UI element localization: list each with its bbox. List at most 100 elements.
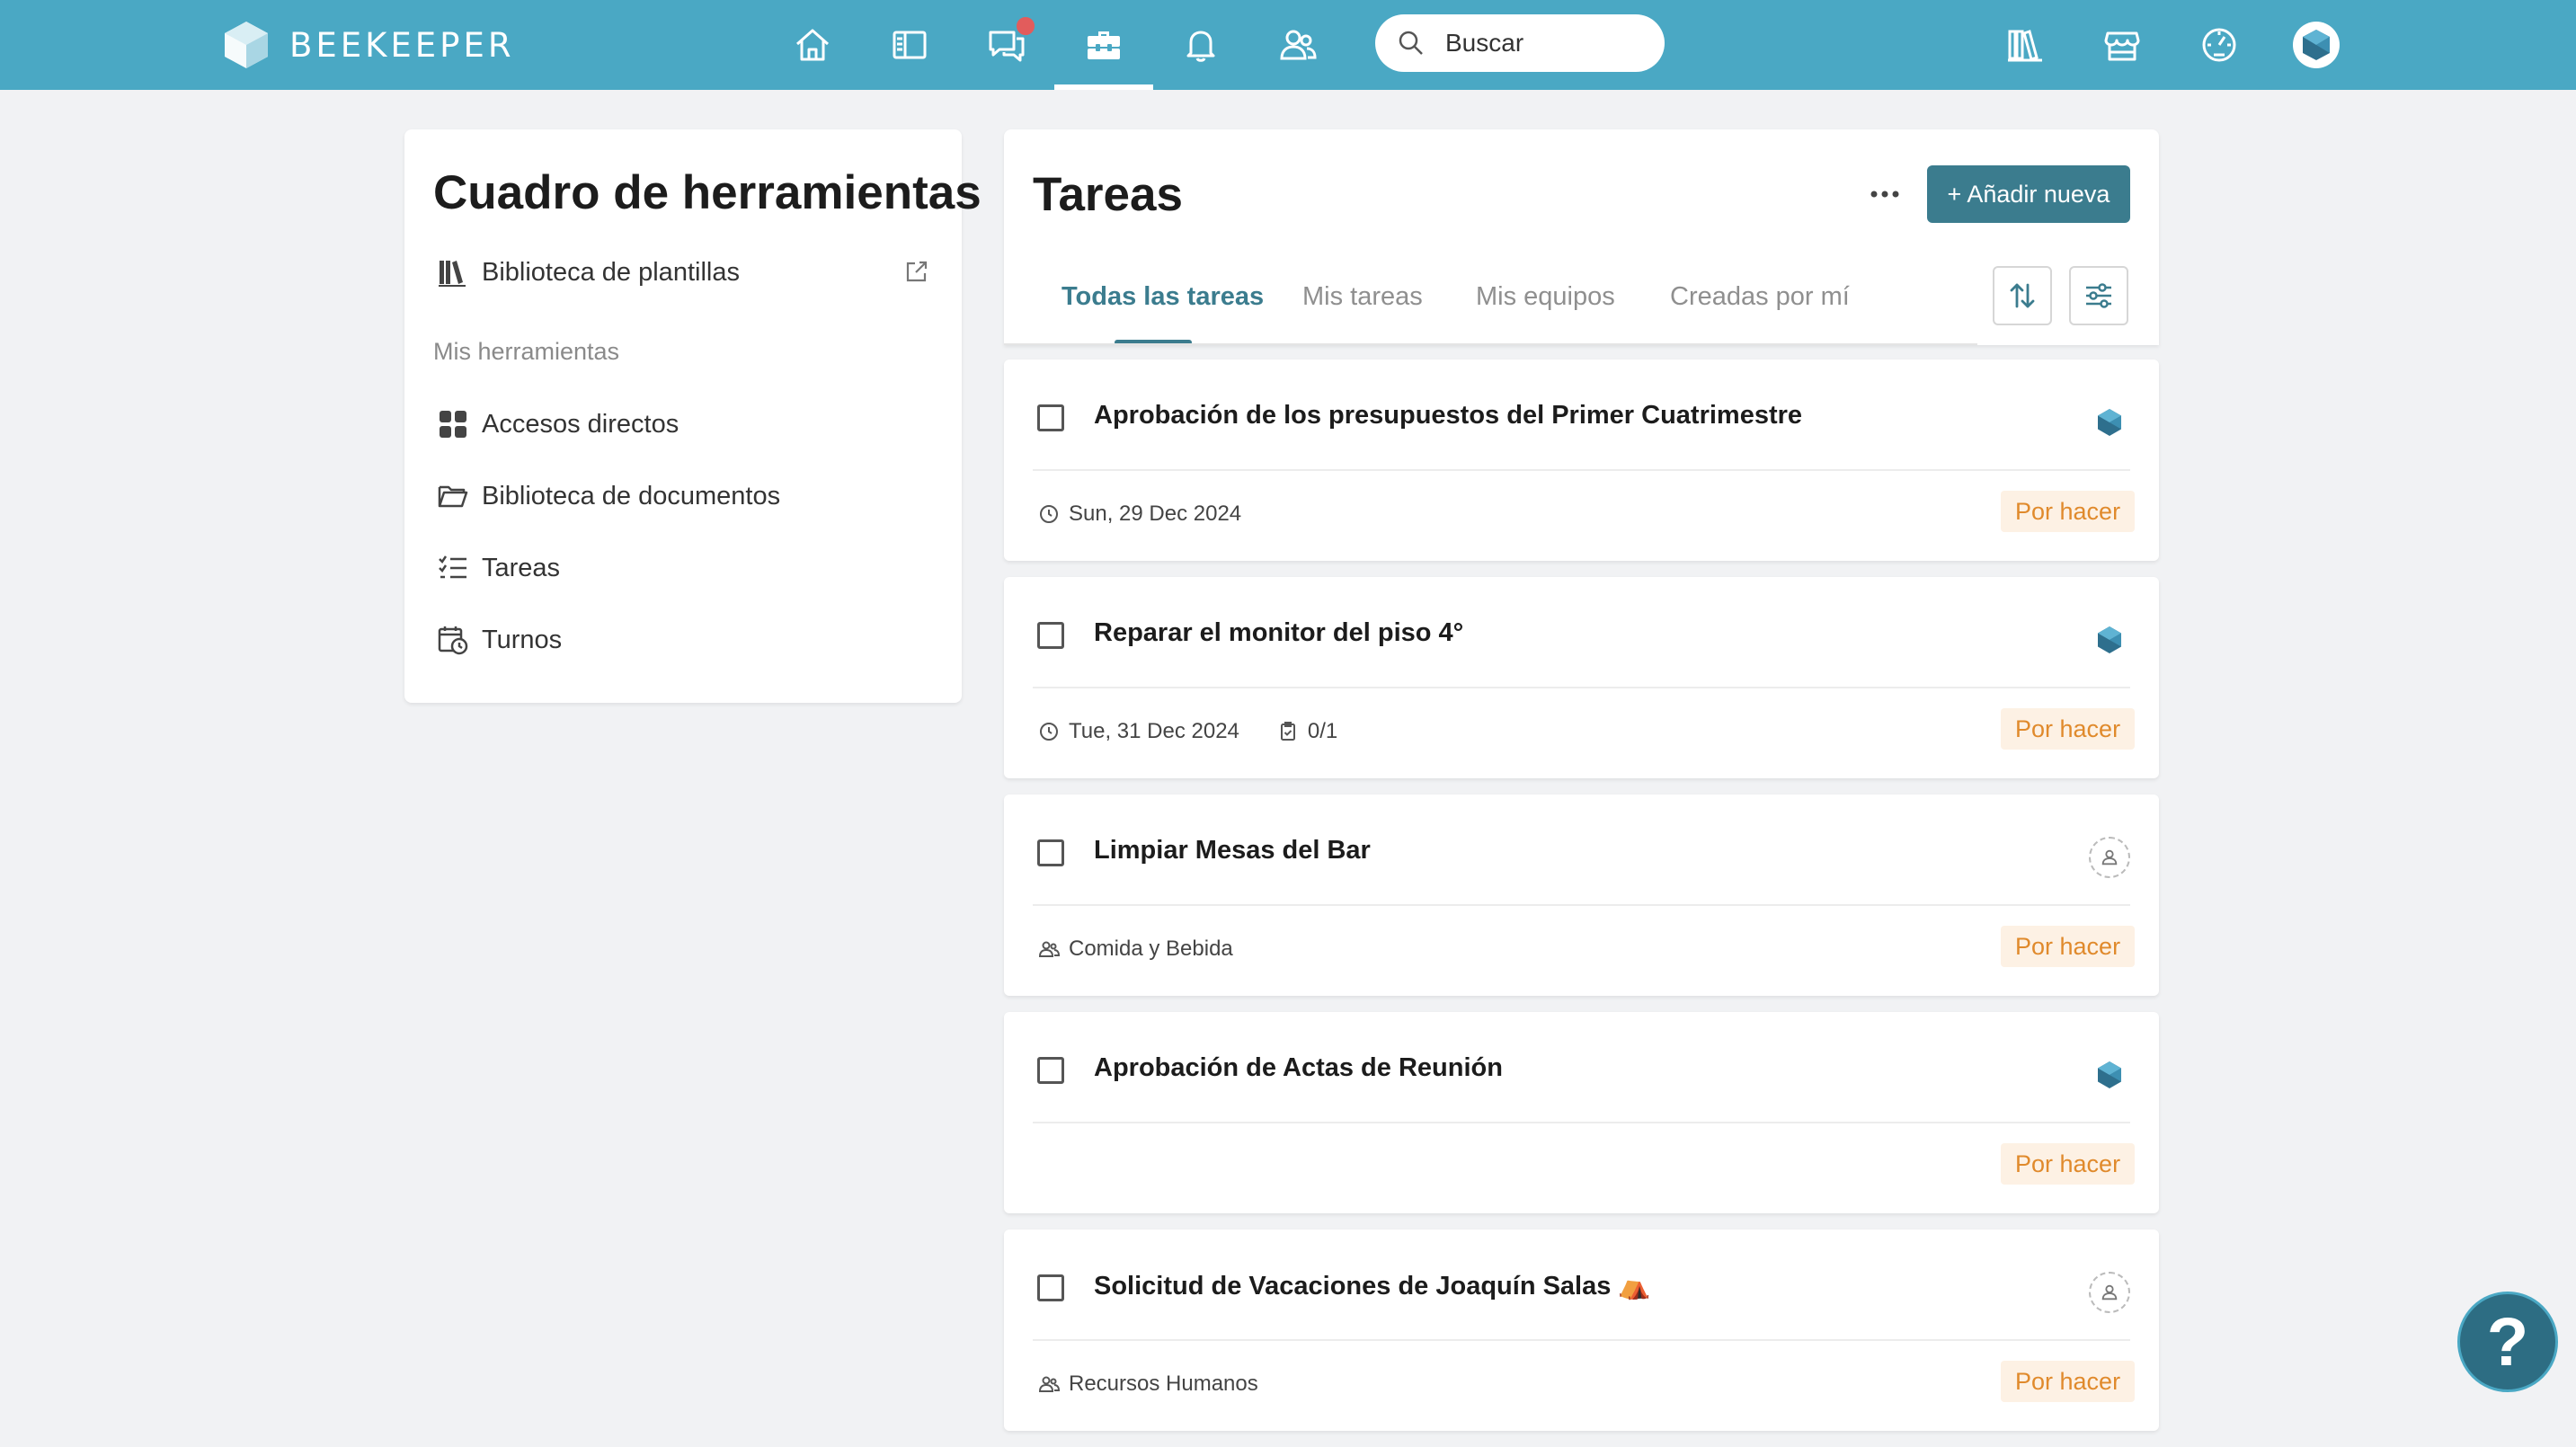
ellipsis-icon	[1870, 191, 1899, 198]
sidebar-section-label: Mis herramientas	[433, 338, 620, 365]
task-card[interactable]: Aprobación de Actas de Reunión Por hacer	[1004, 1012, 2159, 1213]
sidebar-item-shortcuts[interactable]: Accesos directos	[437, 402, 679, 447]
sidebar-item-label: Biblioteca de documentos	[482, 481, 781, 510]
tasks-header-panel: Tareas + Añadir nueva Todas las tareas M…	[1004, 129, 2159, 345]
clock-icon	[1040, 505, 1058, 523]
task-card[interactable]: Solicitud de Vacaciones de Joaquín Salas…	[1004, 1230, 2159, 1431]
top-navigation-bar: BEEKEEPER	[0, 0, 2576, 90]
assignee-avatar[interactable]	[2088, 401, 2131, 444]
people-icon	[1280, 30, 1317, 60]
help-button[interactable]: ?	[2457, 1292, 2558, 1392]
company-avatar-icon	[2098, 1061, 2121, 1088]
task-meta: Sun, 29 Dec 2024	[1038, 502, 1241, 527]
external-link-icon[interactable]	[902, 257, 931, 286]
person-icon	[2101, 1284, 2118, 1301]
task-divider	[1033, 1122, 2130, 1123]
sidebar-item-template-library[interactable]: Biblioteca de plantillas	[437, 250, 740, 295]
search-input[interactable]	[1445, 29, 1643, 58]
task-title: Aprobación de los presupuestos del Prime…	[1094, 401, 1803, 430]
task-checkbox[interactable]	[1037, 404, 1064, 431]
streams-icon	[893, 31, 927, 59]
status-badge: Por hacer	[2001, 1361, 2136, 1402]
nav-people[interactable]	[1273, 20, 1323, 70]
sort-button[interactable]	[1993, 266, 2052, 325]
task-divider	[1033, 469, 2130, 471]
chat-unread-badge	[1015, 15, 1036, 37]
store-icon	[2104, 31, 2140, 61]
team-icon	[1038, 941, 1060, 957]
unassigned-avatar	[2089, 837, 2130, 878]
team-icon	[1038, 1376, 1060, 1392]
status-badge: Por hacer	[2001, 926, 2136, 967]
more-options-button[interactable]	[1858, 176, 1912, 212]
unassigned-avatar	[2089, 1272, 2130, 1313]
sidebar-item-document-library[interactable]: Biblioteca de documentos	[437, 474, 780, 519]
task-card[interactable]: Limpiar Mesas del Bar Comida y Bebida Po…	[1004, 795, 2159, 996]
search-icon	[1399, 31, 1423, 55]
task-card[interactable]: Reparar el monitor del piso 4° Tue, 31 D…	[1004, 577, 2159, 778]
sidebar-item-shifts[interactable]: Turnos	[437, 617, 562, 662]
task-divider	[1033, 904, 2130, 906]
assignee-avatar[interactable]	[2088, 618, 2131, 661]
search-box[interactable]	[1375, 14, 1665, 72]
library-icon	[439, 261, 466, 287]
nav-home[interactable]	[787, 20, 838, 70]
brand-name: BEEKEEPER	[289, 25, 515, 65]
beekeeper-logo-icon	[225, 22, 268, 68]
clipboard-check-icon	[1280, 722, 1295, 741]
task-meta: Recursos Humanos	[1038, 1372, 1258, 1397]
sidebar-item-tasks[interactable]: Tareas	[437, 546, 560, 590]
task-checkbox[interactable]	[1037, 1057, 1064, 1084]
task-team: Recursos Humanos	[1069, 1372, 1258, 1396]
profile-avatar-icon	[2303, 30, 2330, 60]
task-card[interactable]: Aprobación de los presupuestos del Prime…	[1004, 360, 2159, 561]
tab-created-by-me[interactable]: Creadas por mí	[1670, 282, 1850, 312]
task-meta: Tue, 31 Dec 2024 0/1	[1038, 719, 1337, 744]
task-checkbox[interactable]	[1037, 1274, 1064, 1301]
nav-notifications[interactable]	[1176, 20, 1226, 70]
task-title: Limpiar Mesas del Bar	[1094, 836, 1371, 865]
assignee-placeholder[interactable]	[2088, 1271, 2131, 1314]
task-title: Solicitud de Vacaciones de Joaquín Salas…	[1094, 1272, 1651, 1301]
sort-icon	[2010, 283, 2035, 308]
add-new-task-button[interactable]: + Añadir nueva	[1927, 165, 2130, 223]
assignee-placeholder[interactable]	[2088, 836, 2131, 879]
checklist-icon	[439, 555, 466, 579]
nav-library[interactable]	[2000, 20, 2050, 70]
tab-my-tasks[interactable]: Mis tareas	[1302, 282, 1423, 312]
nav-streams[interactable]	[884, 20, 935, 70]
tab-all-tasks[interactable]: Todas las tareas	[1061, 282, 1264, 312]
profile-avatar[interactable]	[2293, 22, 2340, 68]
nav-store[interactable]	[2097, 20, 2147, 70]
grid-icon	[440, 411, 466, 438]
bell-icon	[1186, 31, 1215, 62]
task-meta: Comida y Bebida	[1038, 937, 1233, 962]
sidebar-item-label: Biblioteca de plantillas	[482, 257, 740, 287]
toolbox-icon	[1088, 31, 1120, 59]
dashboard-icon	[2202, 28, 2236, 62]
company-avatar-icon	[2098, 626, 2121, 653]
person-icon	[2101, 849, 2118, 866]
assignee-avatar[interactable]	[2088, 1053, 2131, 1096]
task-checkbox[interactable]	[1037, 622, 1064, 649]
tab-my-teams[interactable]: Mis equipos	[1476, 282, 1615, 312]
nav-dashboard[interactable]	[2194, 20, 2244, 70]
task-divider	[1033, 687, 2130, 688]
subtask-count: 0/1	[1307, 719, 1338, 743]
home-icon	[796, 29, 829, 61]
nav-toolbox[interactable]	[1079, 20, 1129, 70]
sidebar-item-label: Accesos directos	[482, 409, 680, 439]
task-due-date: Tue, 31 Dec 2024	[1069, 719, 1239, 743]
sidebar-item-label: Tareas	[482, 553, 561, 582]
toolbox-sidebar: Cuadro de herramientas Biblioteca de pla…	[404, 129, 982, 703]
tabs-divider	[1004, 343, 1977, 345]
sidebar-title: Cuadro de herramientas	[433, 166, 982, 219]
page-title: Tareas	[1033, 168, 1183, 221]
task-checkbox[interactable]	[1037, 839, 1064, 866]
sliders-icon	[2086, 283, 2111, 308]
company-avatar-icon	[2098, 409, 2121, 436]
beekeeper-logo[interactable]: BEEKEEPER	[223, 20, 515, 70]
filter-button[interactable]	[2069, 266, 2128, 325]
library-icon	[2008, 30, 2042, 62]
task-team: Comida y Bebida	[1069, 937, 1233, 961]
